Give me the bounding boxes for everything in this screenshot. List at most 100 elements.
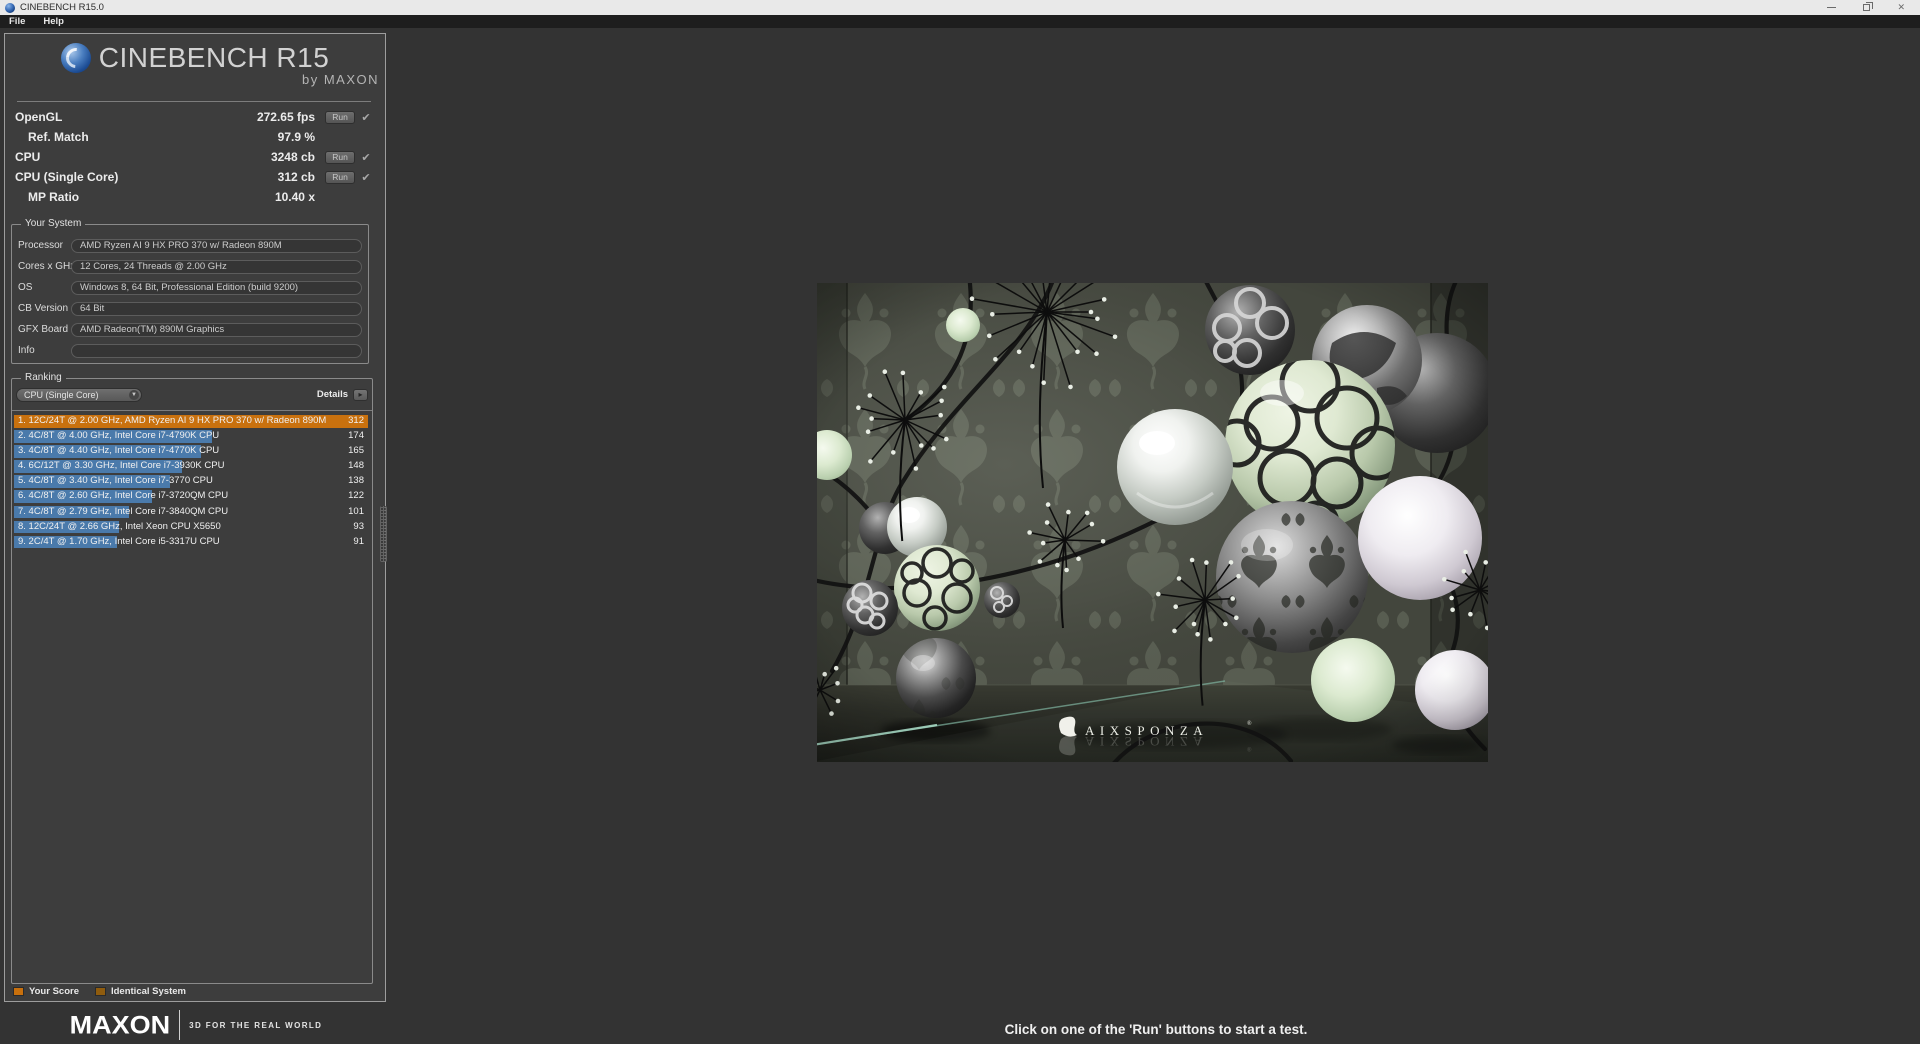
result-label: Ref. Match	[15, 130, 233, 144]
system-field-row: Processor	[18, 235, 362, 256]
logo-title: CINEBENCH R15	[99, 42, 330, 74]
ranking-title: Ranking	[21, 372, 66, 384]
menu-bar: File Help	[0, 15, 1920, 28]
system-field-input[interactable]	[71, 302, 362, 316]
minimize-button[interactable]	[1827, 7, 1836, 8]
result-value: 3248 cb	[233, 150, 323, 164]
ranking-row[interactable]: 5. 4C/8T @ 3.40 GHz, Intel Core i7-3770 …	[14, 475, 368, 488]
ranking-row[interactable]: 9. 2C/4T @ 1.70 GHz, Intel Core i5-3317U…	[14, 536, 368, 549]
system-field-input[interactable]	[71, 239, 362, 253]
ranking-row-score: 138	[348, 475, 364, 488]
system-field-row: Cores x GHz	[18, 256, 362, 277]
divider	[12, 410, 372, 411]
result-label: CPU	[15, 150, 233, 164]
legend-label: Identical System	[111, 986, 186, 997]
system-field-label: GFX Board	[18, 324, 68, 335]
render-scene: AIXSPONZA ®	[817, 283, 1488, 762]
result-value: 312 cb	[233, 170, 323, 184]
result-row: CPU (Single Core) 312 cb Run ✔	[15, 167, 375, 187]
ranking-row-score: 312	[348, 415, 364, 428]
ranking-row-score: 148	[348, 460, 364, 473]
ranking-row-label: 4. 6C/12T @ 3.30 GHz, Intel Core i7-3930…	[18, 460, 224, 473]
system-field-row: GFX Board	[18, 319, 362, 340]
ranking-row-score: 165	[348, 445, 364, 458]
result-value: 272.65 fps	[233, 110, 323, 124]
details-label: Details	[317, 389, 348, 400]
system-field-label: Cores x GHz	[18, 261, 68, 272]
ranking-row-score: 101	[348, 506, 364, 519]
menu-item[interactable]: File	[0, 16, 34, 27]
system-field-label: CB Version	[18, 303, 68, 314]
ranking-row[interactable]: 6. 4C/8T @ 2.60 GHz, Intel Core i7-3720Q…	[14, 490, 368, 503]
system-field-label: Info	[18, 345, 68, 356]
run-button[interactable]: Run	[325, 111, 355, 124]
ranking-row[interactable]: 7. 4C/8T @ 2.79 GHz, Intel Core i7-3840Q…	[14, 506, 368, 519]
legend-item: Identical System	[95, 986, 186, 997]
ranking-row-label: 5. 4C/8T @ 3.40 GHz, Intel Core i7-3770 …	[18, 475, 213, 488]
menu-item[interactable]: Help	[34, 16, 73, 27]
your-system-group: Your System Processor Cores x GHz OS	[11, 224, 369, 364]
check-icon: ✔	[357, 151, 375, 164]
render-preview: AIXSPONZA ®	[817, 283, 1488, 762]
title-bar: CINEBENCH R15.0 ✕	[0, 0, 1920, 15]
maxon-brand: MAXON 3D FOR THE REAL WORLD	[0, 1008, 392, 1042]
ranking-list: 1. 12C/24T @ 2.00 GHz, AMD Ryzen AI 9 HX…	[14, 415, 368, 551]
legend-swatch	[95, 987, 106, 996]
system-field-input[interactable]	[71, 344, 362, 358]
restore-button[interactable]	[1863, 4, 1870, 11]
divider	[17, 101, 371, 102]
ranking-legend: Your Score Identical System	[13, 986, 186, 997]
ranking-row[interactable]: 4. 6C/12T @ 3.30 GHz, Intel Core i7-3930…	[14, 460, 368, 473]
result-row: MP Ratio 10.40 x Run ✔	[15, 187, 375, 207]
result-row: OpenGL 272.65 fps Run ✔	[15, 107, 375, 127]
system-field-label: OS	[18, 282, 68, 293]
result-value: 97.9 %	[233, 130, 323, 144]
result-label: OpenGL	[15, 110, 233, 124]
result-row: Ref. Match 97.9 % Run ✔	[15, 127, 375, 147]
ranking-row-label: 8. 12C/24T @ 2.66 GHz, Intel Xeon CPU X5…	[18, 521, 221, 534]
ranking-row[interactable]: 1. 12C/24T @ 2.00 GHz, AMD Ryzen AI 9 HX…	[14, 415, 368, 428]
cinebench-logo: CINEBENCH R15 by MAXON	[5, 42, 385, 87]
system-field-input[interactable]	[71, 260, 362, 274]
system-field-row: OS	[18, 277, 362, 298]
result-label: CPU (Single Core)	[15, 170, 233, 184]
ranking-row-label: 7. 4C/8T @ 2.79 GHz, Intel Core i7-3840Q…	[18, 506, 228, 519]
result-label: MP Ratio	[15, 190, 233, 204]
run-button[interactable]: Run	[325, 151, 355, 164]
results-list: OpenGL 272.65 fps Run ✔ Ref. Match 97.9 …	[15, 107, 375, 207]
maxon-logo: MAXON	[70, 1011, 171, 1040]
system-field-input[interactable]	[71, 323, 362, 337]
ranking-row-label: 2. 4C/8T @ 4.00 GHz, Intel Core i7-4790K…	[18, 430, 219, 443]
status-message: Click on one of the 'Run' buttons to sta…	[392, 1022, 1920, 1037]
check-icon: ✔	[357, 171, 375, 184]
divider	[179, 1010, 180, 1040]
run-button[interactable]: Run	[325, 171, 355, 184]
app-icon	[5, 3, 15, 13]
ranking-row[interactable]: 8. 12C/24T @ 2.66 GHz, Intel Xeon CPU X5…	[14, 521, 368, 534]
legend-swatch	[13, 987, 24, 996]
result-row: CPU 3248 cb Run ✔	[15, 147, 375, 167]
ranking-row-label: 9. 2C/4T @ 1.70 GHz, Intel Core i5-3317U…	[18, 536, 220, 549]
benchmark-panel: CINEBENCH R15 by MAXON OpenGL 272.65 fps…	[4, 33, 386, 1002]
ranking-row-label: 3. 4C/8T @ 4.40 GHz, Intel Core i7-4770K…	[18, 445, 219, 458]
ranking-row[interactable]: 2. 4C/8T @ 4.00 GHz, Intel Core i7-4790K…	[14, 430, 368, 443]
system-field-label: Processor	[18, 240, 68, 251]
check-icon: ✔	[357, 111, 375, 124]
legend-item: Your Score	[13, 986, 79, 997]
system-field-row: Info	[18, 340, 362, 361]
ranking-row-score: 93	[353, 521, 364, 534]
ranking-row-label: 6. 4C/8T @ 2.60 GHz, Intel Core i7-3720Q…	[18, 490, 228, 503]
system-field-row: CB Version	[18, 298, 362, 319]
details-button[interactable]: ▸	[353, 389, 368, 401]
system-field-input[interactable]	[71, 281, 362, 295]
ranking-row[interactable]: 3. 4C/8T @ 4.40 GHz, Intel Core i7-4770K…	[14, 445, 368, 458]
close-button[interactable]: ✕	[1897, 3, 1905, 12]
ranking-row-score: 174	[348, 430, 364, 443]
result-value: 10.40 x	[233, 190, 323, 204]
your-system-title: Your System	[21, 218, 85, 230]
ranking-filter-dropdown[interactable]: CPU (Single Core) ▼	[16, 388, 142, 402]
logo-subtitle: by MAXON	[5, 72, 385, 87]
ranking-group: Ranking CPU (Single Core) ▼ Details ▸ 1.…	[11, 378, 373, 984]
ranking-scrollbar[interactable]	[380, 506, 387, 562]
ranking-row-score: 122	[348, 490, 364, 503]
